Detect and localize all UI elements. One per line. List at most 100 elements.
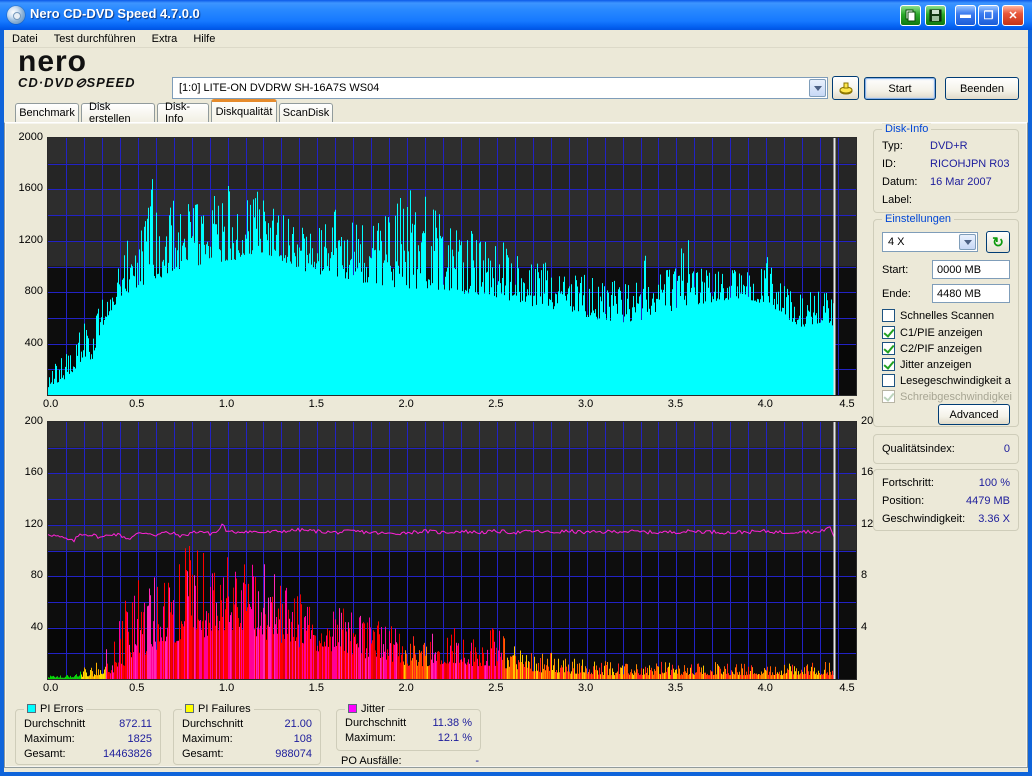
pie_chart-x-tick: 1.5 [304, 398, 328, 410]
checkbox-box [882, 358, 895, 371]
pif_jitter_chart-x-tick: 3.0 [574, 682, 598, 694]
tab-disk-erstellen[interactable]: Disk erstellen [81, 103, 155, 122]
speed-select-arrow[interactable] [959, 234, 976, 250]
pi-failures-legend-icon [185, 704, 194, 713]
stat-value: 11.38 % [432, 717, 472, 729]
quality-index-value: 0 [1004, 443, 1010, 455]
app-window: Nero CD-DVD Speed 4.7.0.0 ▬ ❐ ✕ Datei Te… [0, 0, 1032, 776]
tab-diskqualitaet[interactable]: Diskqualität [211, 99, 277, 122]
pie_chart-y-tick: 400 [5, 337, 43, 349]
logo-cddvd: CD·DVD [18, 75, 75, 90]
pif_jitter_chart-x-tick: 1.5 [304, 682, 328, 694]
checkbox-label: Lesegeschwindigkeit a [900, 375, 1011, 387]
disk-datum-label: Datum: [882, 176, 917, 188]
quit-button-label: Beenden [960, 83, 1004, 95]
stat-value: 14463826 [103, 748, 152, 760]
close-button[interactable]: ✕ [1002, 5, 1024, 26]
disk-datum-value: 16 Mar 2007 [930, 176, 992, 188]
checkbox-c2-pif[interactable]: C2/PIF anzeigen [882, 341, 982, 356]
disk-info-title: Disk-Info [882, 123, 931, 135]
refresh-button[interactable]: ↻ [986, 231, 1010, 253]
disk-typ-value: DVD+R [930, 140, 968, 152]
checkbox-schreibgeschwindigkeit: Schreibgeschwindigkei [882, 389, 1012, 404]
pie_chart-x-tick: 2.0 [394, 398, 418, 410]
pif_jitter_chart-y2-tick: 4 [861, 621, 881, 633]
settings-group: Einstellungen 4 X ↻ Start: Ende: Schnell… [873, 219, 1019, 427]
eject-disc-icon [838, 81, 854, 95]
minimize-icon: ▬ [956, 6, 975, 25]
settings-title: Einstellungen [882, 213, 954, 225]
checkbox-schnelles-scannen[interactable]: Schnelles Scannen [882, 308, 994, 323]
fortschritt-value: 100 % [979, 477, 1010, 489]
disk-label-label: Label: [882, 194, 912, 206]
menu-extra[interactable]: Extra [144, 31, 186, 47]
pif_jitter_chart-x-tick: 3.5 [663, 682, 687, 694]
checkbox-box [882, 326, 895, 339]
tab-disk-info[interactable]: Disk-Info [157, 103, 209, 122]
pif_jitter_chart-y-tick: 40 [5, 621, 43, 633]
toolbar: nero CD·DVD⊘SPEED [1:0] LITE-ON DVDRW SH… [4, 48, 1028, 98]
start-button[interactable]: Start [864, 77, 936, 100]
pie_chart-x-tick: 3.0 [574, 398, 598, 410]
checkbox-c1-pie[interactable]: C1/PIE anzeigen [882, 325, 983, 340]
end-mb-label: Ende: [882, 288, 911, 300]
advanced-button[interactable]: Advanced [938, 404, 1010, 425]
pif_jitter_chart-y-tick: 160 [5, 466, 43, 478]
stats-title-text: PI Errors [40, 703, 83, 715]
fortschritt-label: Fortschritt: [882, 477, 934, 489]
refresh-icon: ↻ [992, 235, 1004, 249]
pif_jitter_chart-x-tick: 2.0 [394, 682, 418, 694]
po-failures-row: PO Ausfälle: - [341, 755, 479, 769]
drive-select-arrow[interactable] [809, 79, 826, 97]
tab-scandisk[interactable]: ScanDisk [279, 103, 333, 122]
pi-errors-stats-title: PI Errors [24, 703, 86, 715]
logo-slash-icon: ⊘ [73, 75, 87, 91]
speed-select[interactable]: 4 X [882, 232, 978, 252]
drive-select-value: [1:0] LITE-ON DVDRW SH-16A7S WS04 [173, 82, 809, 94]
pi-failures-stats-group: PI Failures Durchschnitt21.00 Maximum:10… [173, 709, 321, 765]
tab-label: ScanDisk [283, 107, 329, 119]
position-value: 4479 MB [966, 495, 1010, 507]
eject-disc-button[interactable] [832, 76, 859, 100]
pie_chart-x-tick: 2.5 [484, 398, 508, 410]
pie_chart-x-tick: 4.0 [753, 398, 777, 410]
stat-label: Durchschnitt [182, 718, 243, 730]
restore-button[interactable]: ❐ [978, 5, 999, 26]
checkbox-lesegeschwindigkeit[interactable]: Lesegeschwindigkeit a [882, 373, 1011, 388]
checkbox-jitter[interactable]: Jitter anzeigen [882, 357, 972, 372]
pif_jitter_chart-x-tick: 0.5 [125, 682, 149, 694]
start-button-label: Start [888, 83, 911, 95]
start-mb-input[interactable] [932, 260, 1010, 279]
diskquality-panel: 2000160012008004000.00.51.01.52.02.53.03… [4, 122, 1028, 768]
pie_chart-plot-area [47, 137, 857, 396]
pi-failures-stats-title: PI Failures [182, 703, 254, 715]
pie_chart-y-tick: 1200 [5, 234, 43, 246]
close-icon: ✕ [1003, 6, 1023, 25]
pif_jitter_chart-x-tick: 0.0 [43, 682, 67, 694]
title-bar[interactable]: Nero CD-DVD Speed 4.7.0.0 ▬ ❐ ✕ [0, 0, 1032, 30]
po-failures-value: - [475, 755, 479, 767]
window-title: Nero CD-DVD Speed 4.7.0.0 [30, 6, 200, 21]
titlebar-save-button[interactable] [925, 5, 946, 26]
stat-value: 872.11 [119, 718, 152, 730]
checkbox-label: Schreibgeschwindigkei [900, 391, 1012, 403]
copy-icon [901, 6, 920, 25]
titlebar-copy-button[interactable] [900, 5, 921, 26]
end-mb-input[interactable] [932, 284, 1010, 303]
pie_chart-x-tick: 0.0 [43, 398, 67, 410]
pie_chart-x-tick: 3.5 [663, 398, 687, 410]
menu-hilfe[interactable]: Hilfe [185, 31, 223, 47]
quit-button[interactable]: Beenden [945, 77, 1019, 100]
minimize-button[interactable]: ▬ [955, 5, 976, 26]
checkbox-label: C2/PIF anzeigen [900, 343, 982, 355]
nero-logo: nero CD·DVD⊘SPEED [18, 49, 168, 91]
checkbox-box [882, 342, 895, 355]
pie_chart-x-tick: 1.0 [215, 398, 239, 410]
pif_jitter_chart-plot-area [47, 421, 857, 680]
checkbox-label: Jitter anzeigen [900, 359, 972, 371]
pie_chart-y-tick: 2000 [5, 131, 43, 143]
stat-label: Maximum: [182, 733, 233, 745]
tab-benchmark[interactable]: Benchmark [15, 103, 79, 122]
drive-select[interactable]: [1:0] LITE-ON DVDRW SH-16A7S WS04 [172, 77, 828, 99]
disk-typ-label: Typ: [882, 140, 903, 152]
